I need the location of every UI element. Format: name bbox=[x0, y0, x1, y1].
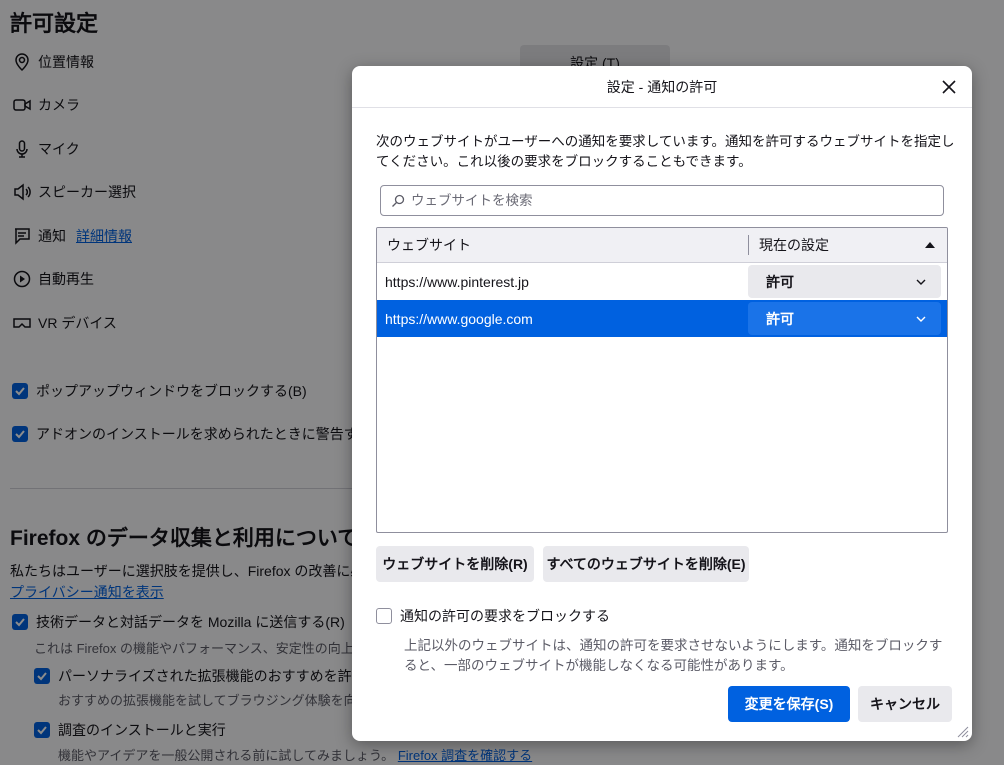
dialog-description: 次のウェブサイトがユーザーへの通知を要求しています。通知を許可するウェブサイトを… bbox=[376, 134, 955, 169]
table-row[interactable]: https://www.pinterest.jp 許可 bbox=[377, 263, 947, 300]
row-website: https://www.pinterest.jp bbox=[385, 273, 529, 290]
row-website: https://www.google.com bbox=[385, 310, 533, 327]
chevron-down-icon bbox=[916, 316, 926, 322]
block-requests-checkbox[interactable]: 通知の許可の要求をブロックする bbox=[376, 606, 610, 626]
table-header: ウェブサイト 現在の設定 bbox=[377, 228, 947, 263]
block-description: 上記以外のウェブサイトは、通知の許可を要求させないようにします。通知をブロックす… bbox=[404, 638, 943, 673]
notification-permissions-dialog: 設定 - 通知の許可 次のウェブサイトがユーザーへの通知を要求しています。通知を… bbox=[352, 66, 972, 741]
column-header-status-label: 現在の設定 bbox=[759, 237, 829, 253]
column-header-website[interactable]: ウェブサイト bbox=[377, 235, 749, 255]
status-dropdown[interactable]: 許可 bbox=[748, 302, 941, 335]
column-separator bbox=[748, 235, 749, 255]
chevron-down-icon bbox=[916, 279, 926, 285]
checkbox-unchecked[interactable] bbox=[376, 608, 392, 624]
remove-all-websites-button[interactable]: すべてのウェブサイトを削除(E) bbox=[543, 546, 749, 582]
status-dropdown[interactable]: 許可 bbox=[748, 265, 941, 298]
search-icon bbox=[392, 194, 405, 207]
dialog-title: 設定 - 通知の許可 bbox=[606, 78, 718, 95]
close-icon bbox=[942, 80, 956, 94]
checkbox-label: 通知の許可の要求をブロックする bbox=[400, 608, 610, 624]
table-row-selected[interactable]: https://www.google.com 許可 bbox=[377, 300, 947, 337]
close-button[interactable] bbox=[938, 76, 960, 98]
website-search[interactable] bbox=[380, 185, 944, 216]
save-changes-button[interactable]: 変更を保存(S) bbox=[728, 686, 850, 722]
resize-grip-icon[interactable] bbox=[955, 724, 969, 738]
cancel-button[interactable]: キャンセル bbox=[858, 686, 952, 722]
sort-ascending-icon bbox=[925, 242, 935, 248]
status-value: 許可 bbox=[766, 273, 794, 290]
dialog-header: 設定 - 通知の許可 bbox=[352, 66, 972, 108]
websites-table: ウェブサイト 現在の設定 https://www.pinterest.jp 許可… bbox=[376, 227, 948, 533]
remove-website-button[interactable]: ウェブサイトを削除(R) bbox=[376, 546, 534, 582]
status-value: 許可 bbox=[766, 310, 794, 327]
search-input[interactable] bbox=[411, 193, 931, 208]
column-header-status[interactable]: 現在の設定 bbox=[749, 235, 947, 255]
